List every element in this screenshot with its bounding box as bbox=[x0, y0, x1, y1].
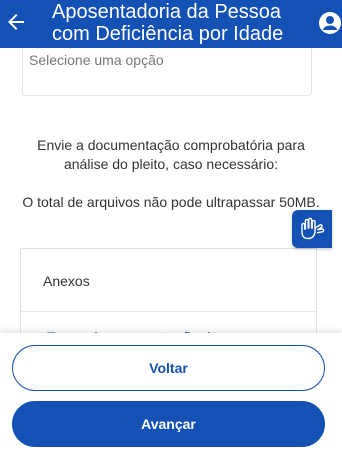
page-title: Aposentadoria da Pessoa com Deficiência … bbox=[52, 1, 284, 45]
back-button[interactable]: Voltar bbox=[12, 345, 325, 391]
document-type-select[interactable]: Selecione uma opção bbox=[22, 48, 312, 96]
app-header: Aposentadoria da Pessoa com Deficiência … bbox=[0, 0, 342, 48]
libras-accessibility-button[interactable] bbox=[292, 210, 332, 248]
user-account-icon[interactable] bbox=[318, 11, 342, 35]
next-button[interactable]: Avançar bbox=[12, 401, 325, 447]
attachments-title: Anexos bbox=[43, 273, 90, 289]
divider bbox=[21, 311, 316, 312]
upload-instructions: Envie a documentação comprobatória para … bbox=[37, 137, 305, 172]
file-size-limit-text: O total de arquivos não pode ultrapassar… bbox=[22, 194, 320, 210]
arrow-left-icon[interactable] bbox=[4, 10, 28, 34]
bottom-actions: Voltar Avançar bbox=[0, 333, 342, 456]
libras-hands-icon bbox=[301, 217, 325, 240]
select-placeholder: Selecione uma opção bbox=[29, 52, 164, 68]
